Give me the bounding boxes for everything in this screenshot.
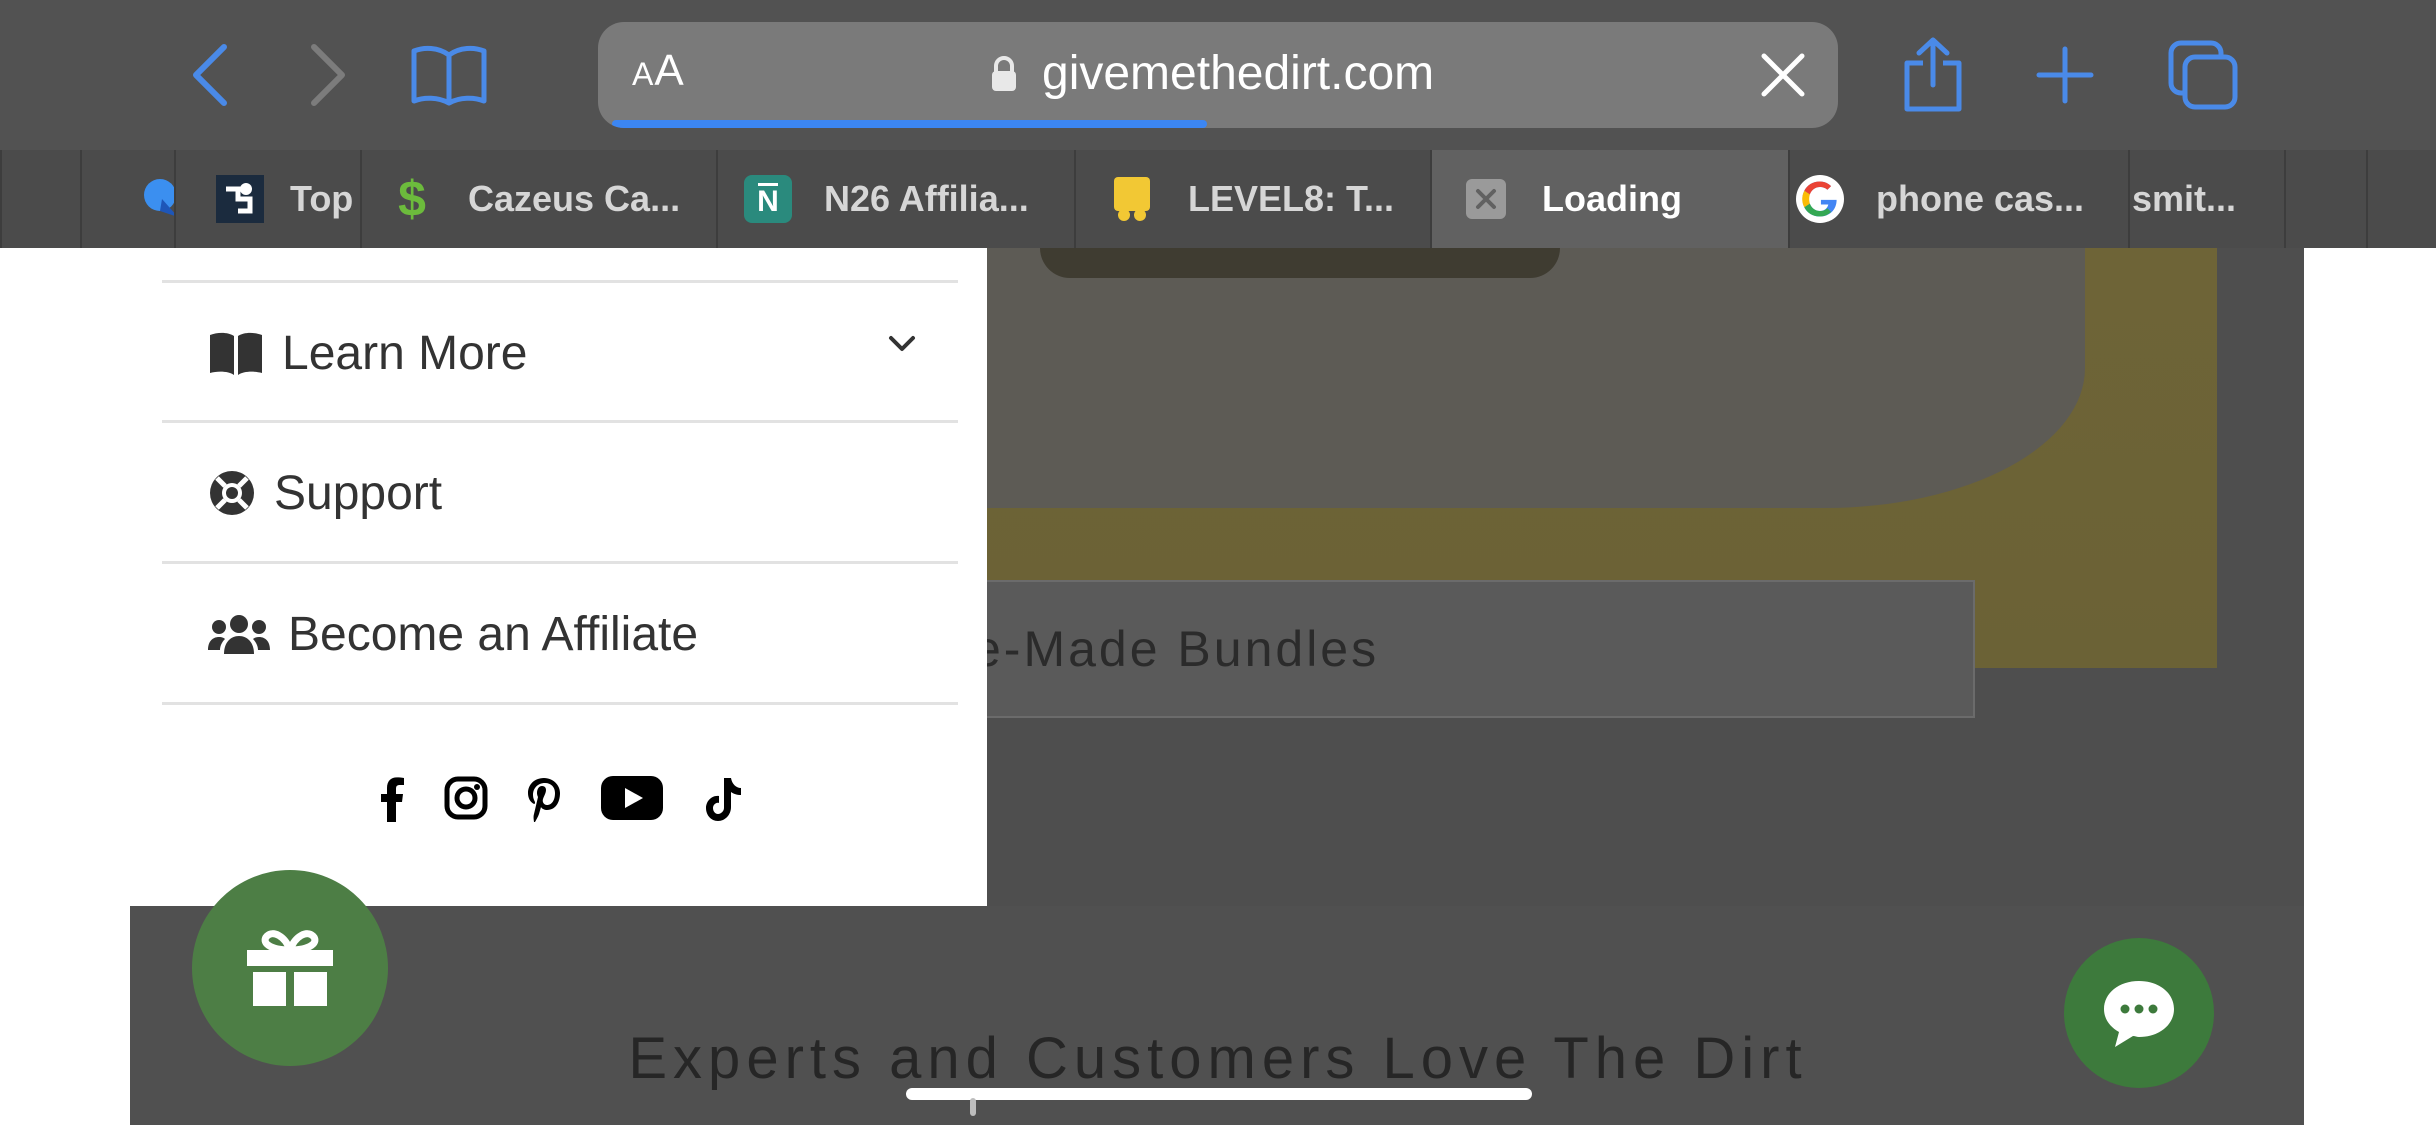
close-tab-icon[interactable] [1462, 175, 1510, 223]
menu-item-support[interactable]: Support [162, 420, 958, 563]
users-icon [208, 612, 270, 656]
svg-text:N: N [757, 185, 779, 218]
tab-6[interactable]: phone cas... [1788, 150, 2130, 248]
tabs-icon [2168, 40, 2238, 110]
bookmarks-icon [411, 45, 487, 106]
new-tab-icon [2036, 46, 2094, 104]
tabs-overview-button[interactable] [2158, 30, 2248, 120]
address-bar[interactable]: AA givemethedirt.com [598, 22, 1838, 128]
facebook-icon [381, 777, 404, 822]
gift-icon [247, 930, 333, 1006]
instagram-link[interactable] [442, 776, 490, 820]
url-text[interactable]: givemethedirt.com [1042, 46, 1434, 101]
tab-strip: Top $ Cazeus Ca... N N26 Affilia... LEVE… [0, 150, 2436, 248]
tab-7[interactable]: smit... [2128, 150, 2286, 248]
facebook-link[interactable] [374, 776, 410, 822]
google-icon [1796, 175, 1844, 223]
youtube-link[interactable] [600, 776, 664, 820]
tab-collapsed[interactable] [0, 150, 82, 248]
back-icon [193, 44, 227, 106]
tiktok-icon [706, 778, 741, 821]
pinterest-icon [528, 778, 560, 822]
pinterest-link[interactable] [522, 776, 566, 822]
menu-item-label: Support [274, 466, 443, 520]
blue-app-icon [138, 175, 176, 223]
tab-title: LEVEL8: T... [1188, 178, 1395, 219]
menu-item-label: Learn More [282, 326, 528, 380]
tiktok-link[interactable] [704, 776, 744, 822]
tab-0[interactable] [80, 150, 176, 248]
menu-item-label: Become an Affiliate [288, 607, 699, 661]
pre-made-bundles-button[interactable]: Pre-Made Bundles [917, 580, 1975, 718]
tab-collapsed-right-2[interactable] [2366, 150, 2436, 248]
tab-title: Cazeus Ca... [468, 178, 681, 219]
tab-1[interactable]: Top [174, 150, 362, 248]
rewards-button[interactable] [192, 870, 388, 1066]
new-tab-button[interactable] [2020, 30, 2110, 120]
side-drawer-menu: Learn More Support Become an Affiliate [130, 248, 987, 906]
tab-title: Loading [1542, 178, 1682, 219]
youtube-icon [601, 776, 663, 820]
share-icon [1904, 37, 1962, 112]
bookmarks-button[interactable] [404, 30, 494, 120]
dollar-icon: $ [398, 171, 426, 227]
close-icon[interactable] [1758, 50, 1808, 100]
level8-icon [1108, 175, 1156, 223]
puzzle-logo-icon [216, 175, 264, 223]
tab-4[interactable]: LEVEL8: T... [1074, 150, 1432, 248]
home-indicator[interactable] [906, 1088, 1532, 1100]
chat-icon [2104, 981, 2174, 1047]
book-icon [208, 331, 264, 375]
hero-image-table [985, 248, 2085, 508]
lock-icon [992, 56, 1016, 91]
instagram-icon [444, 776, 488, 820]
divider [162, 702, 958, 705]
tab-title: phone cas... [1876, 178, 2085, 219]
load-progress-bar [612, 120, 1208, 128]
share-button[interactable] [1888, 30, 1978, 120]
back-button[interactable] [166, 30, 256, 120]
hero-image-jars [1040, 248, 1560, 278]
tab-3[interactable]: N N26 Affilia... [716, 150, 1076, 248]
forward-icon [311, 44, 345, 106]
tab-title: Top [290, 178, 354, 219]
browser-toolbar: AA givemethedirt.com [0, 0, 2436, 150]
chat-button[interactable] [2064, 938, 2214, 1088]
tab-2[interactable]: $ Cazeus Ca... [360, 150, 718, 248]
tab-title: smit... [2132, 178, 2237, 219]
menu-item-learn-more[interactable]: Learn More [162, 280, 958, 423]
tab-5-active[interactable]: Loading [1430, 150, 1790, 248]
scroll-indicator [970, 1098, 976, 1116]
n26-icon: N [744, 175, 792, 223]
chevron-down-icon[interactable] [888, 335, 916, 353]
forward-button[interactable] [282, 30, 372, 120]
lifering-icon [208, 469, 256, 517]
menu-item-affiliate[interactable]: Become an Affiliate [162, 561, 958, 704]
tab-collapsed-right[interactable] [2284, 150, 2368, 248]
text-size-button[interactable]: AA [632, 46, 685, 96]
tab-title: N26 Affilia... [824, 178, 1029, 219]
